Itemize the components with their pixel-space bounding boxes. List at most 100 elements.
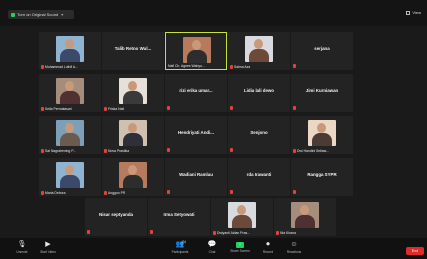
muted-mic-icon (230, 65, 233, 69)
participant-tile[interactable]: Talib Retno Wul... (102, 32, 164, 70)
participant-tile[interactable]: Irma Setyowati (148, 198, 210, 236)
participant-tile[interactable]: rizi erika umar... (165, 74, 227, 112)
participant-tile[interactable]: Wadiani Ramlau (165, 158, 227, 196)
participant-tile[interactable]: Jimi Kurniawan (291, 74, 353, 112)
unmute-button[interactable]: 🎙 Unmute (10, 241, 34, 257)
muted-mic-icon (293, 149, 296, 153)
participant-tile[interactable]: Sella Permatasari (39, 74, 101, 112)
participant-name: Senjono (250, 130, 268, 135)
participant-name: Irma Setyowati (163, 212, 195, 217)
share-screen-button[interactable]: ↑ Share Screen (228, 241, 252, 257)
participant-video (308, 120, 336, 146)
participant-name-label: Nia Kirana (276, 231, 296, 235)
meeting-toolbar: 🎙 Unmute ▶ Start Video 👥 24 Participants… (0, 238, 427, 259)
participant-name-label: Maria Debora (41, 191, 66, 195)
chat-label: Chat (208, 250, 216, 254)
participant-name-label: Salma Aza (230, 65, 250, 69)
unmute-label: Unmute (16, 250, 28, 254)
participant-label-text: Muhammad Luthfi A... (45, 65, 78, 69)
participant-tile[interactable]: Rangga SYPR (291, 158, 353, 196)
smiley-icon: ☺ (290, 241, 298, 248)
muted-mic-icon (230, 148, 233, 152)
view-label: View (412, 10, 421, 15)
participant-body-shape (60, 133, 80, 146)
video-camera-icon: ▶ (45, 241, 51, 248)
participant-name-label: Sella Permatasari (41, 107, 72, 111)
participant-name: Jimi Kurniawan (305, 88, 339, 93)
participant-head-shape (128, 123, 137, 133)
start-video-label: Start Video (40, 250, 56, 254)
original-sound-button[interactable]: Turn on Original Sound ▾ (8, 10, 74, 19)
grid-icon (406, 10, 411, 15)
participant-head-shape (128, 165, 137, 175)
participant-tile[interactable]: Lidia lali dewo (228, 74, 290, 112)
participant-body-shape (187, 50, 207, 63)
reactions-button[interactable]: ☺ Reactions (282, 241, 306, 257)
participant-tile[interactable]: Nia Kirana (274, 198, 336, 236)
muted-mic-icon (230, 190, 233, 194)
end-meeting-button[interactable]: End (406, 247, 424, 255)
muted-mic-icon (276, 231, 279, 235)
participant-tile[interactable]: Friska Natt (102, 74, 164, 112)
participant-tile[interactable]: Nafi Ch. Agnes Wahyu... (165, 32, 227, 70)
participant-tile[interactable]: Hendriyati Andi... (165, 116, 227, 154)
participant-tile[interactable]: rda Irawanti (228, 158, 290, 196)
top-bar: Turn on Original Sound ▾ View (0, 0, 427, 26)
muted-mic-icon (41, 65, 44, 69)
participant-head-shape (254, 39, 263, 49)
participant-name: serjana (314, 46, 330, 51)
participant-name: Rangga SYPR (307, 172, 337, 177)
participant-name-label: Dwi Handini Setiaw... (293, 149, 329, 153)
participant-label-text: Nafi Ch. Agnes Wahyu... (168, 64, 205, 68)
muted-mic-icon (167, 106, 170, 110)
participant-video (56, 162, 84, 188)
participant-body-shape (123, 133, 143, 146)
view-button[interactable]: View (406, 10, 421, 15)
participant-head-shape (192, 40, 201, 50)
muted-mic-icon (167, 190, 170, 194)
muted-mic-icon (230, 106, 233, 110)
shield-icon (11, 12, 15, 17)
participant-tile[interactable]: serjana (291, 32, 353, 70)
record-icon: ⏺ (266, 241, 270, 248)
participant-head-shape (128, 81, 137, 91)
muted-mic-icon (41, 191, 44, 195)
participant-label-text: Nova Prastika (108, 149, 130, 153)
participant-label-text: Sella Permatasari (45, 107, 72, 111)
participant-video (56, 78, 84, 104)
participant-name-label: Nafi Ch. Agnes Wahyu... (168, 64, 205, 68)
participant-name-label: Friska Natt (104, 107, 124, 111)
participant-name-label: Muhammad Luthfi A... (41, 65, 78, 69)
muted-mic-icon (104, 107, 107, 111)
participant-name: Hendriyati Andi... (178, 130, 214, 135)
participant-tile[interactable]: Sal Nagrahening P... (39, 116, 101, 154)
participants-button[interactable]: 👥 24 Participants (168, 240, 192, 257)
participant-label-text: Sal Nagrahening P... (45, 149, 76, 153)
participant-tile[interactable]: Muhammad Luthfi A... (39, 32, 101, 70)
participant-tile[interactable]: Nova Prastika (102, 116, 164, 154)
participant-name-label: Sal Nagrahening P... (41, 149, 76, 153)
participant-tile[interactable]: Maria Debora (39, 158, 101, 196)
participant-tile[interactable]: Dwiyanti Aldan Pras... (211, 198, 273, 236)
participant-video (228, 202, 256, 228)
muted-mic-icon (293, 64, 296, 68)
participant-label-text: Salma Aza (234, 65, 251, 69)
muted-mic-icon (104, 191, 107, 195)
record-label: Record (262, 250, 274, 254)
participant-tile[interactable]: Nisar septyanda (85, 198, 147, 236)
muted-mic-icon (87, 230, 90, 234)
participant-tile[interactable]: Salma Aza (228, 32, 290, 70)
participant-tile[interactable]: Senjono (228, 116, 290, 154)
participant-label-text: Maria Debora (45, 191, 66, 195)
chat-button[interactable]: 💬 Chat (200, 241, 224, 257)
participant-name-label: Dwiyanti Aldan Pras... (213, 231, 250, 235)
participant-tile[interactable]: Dwi Handini Setiaw... (291, 116, 353, 154)
participant-label-text: Dwiyanti Aldan Pras... (217, 231, 250, 235)
record-button[interactable]: ⏺ Record (256, 241, 280, 257)
participant-body-shape (249, 49, 269, 62)
participant-video (56, 120, 84, 146)
participant-tile[interactable]: Anggun PR (102, 158, 164, 196)
participant-body-shape (60, 175, 80, 188)
start-video-button[interactable]: ▶ Start Video (36, 241, 60, 257)
participant-label-text: Friska Natt (108, 107, 125, 111)
